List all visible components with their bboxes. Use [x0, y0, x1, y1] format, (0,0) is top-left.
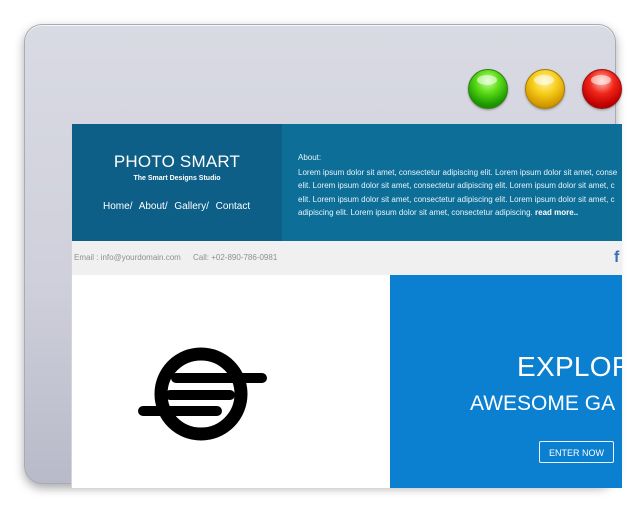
about-text-line-1: Lorem ipsum dolor sit amet, consectetur …: [298, 167, 618, 177]
logo-middle-bar-icon: [165, 390, 235, 400]
red-window-button[interactable]: [582, 69, 622, 109]
about-text-line-3: elit. Lorem ipsum dolor sit amet, consec…: [298, 194, 615, 204]
nav-separator: /: [129, 201, 133, 212]
enter-now-button[interactable]: ENTER NOW: [539, 441, 614, 463]
about-text-line-4: adipiscing elit. Lorem ipsum dolor sit a…: [298, 208, 533, 217]
read-more-link[interactable]: read more..: [535, 208, 578, 217]
about-text-line-4-wrapper: adipiscing elit. Lorem ipsum dolor sit a…: [298, 206, 622, 220]
hero-heading: EXPLOR: [517, 351, 622, 382]
logo-bottom-bar-icon: [138, 406, 222, 416]
page-viewport: PHOTO SMART The Smart Designs Studio Hom…: [71, 124, 622, 488]
contact-bar: Email : info@yourdomain.com Call: +02-89…: [72, 241, 622, 275]
about-heading: About:: [298, 153, 322, 162]
contact-phone[interactable]: Call: +02-890-786-0981: [193, 241, 277, 275]
nav-home-link[interactable]: Home: [103, 201, 130, 212]
hero-logo-panel: [72, 275, 390, 488]
logo-icon: [138, 347, 267, 441]
brand-panel: PHOTO SMART The Smart Designs Studio Hom…: [72, 124, 282, 241]
nav-about-link[interactable]: About: [139, 201, 165, 212]
site-header: PHOTO SMART The Smart Designs Studio Hom…: [72, 124, 622, 241]
about-section: About: Lorem ipsum dolor sit amet, conse…: [298, 151, 622, 220]
nav-gallery-link[interactable]: Gallery: [174, 201, 206, 212]
nav-contact-link[interactable]: Contact: [216, 201, 250, 212]
hero-banner: EXPLOR AWESOME GA ENTER NOW: [390, 275, 622, 488]
yellow-window-button[interactable]: [525, 69, 565, 109]
brand-title: PHOTO SMART: [113, 152, 241, 171]
green-window-button[interactable]: [468, 69, 508, 109]
nav-separator: /: [206, 201, 209, 212]
about-text-line-2: elit. Lorem ipsum dolor sit amet, consec…: [298, 181, 615, 190]
main-navigation: Home/ About/ Gallery/ Contact: [103, 201, 250, 213]
facebook-icon[interactable]: f: [614, 249, 622, 267]
nav-separator: /: [164, 201, 168, 212]
browser-window: PHOTO SMART The Smart Designs Studio Hom…: [24, 24, 622, 488]
hero-subheading: AWESOME GA: [470, 392, 616, 415]
logo-top-bar-icon: [171, 373, 267, 383]
brand-subtitle: The Smart Designs Studio: [133, 175, 221, 182]
contact-email[interactable]: Email : info@yourdomain.com: [74, 241, 181, 275]
